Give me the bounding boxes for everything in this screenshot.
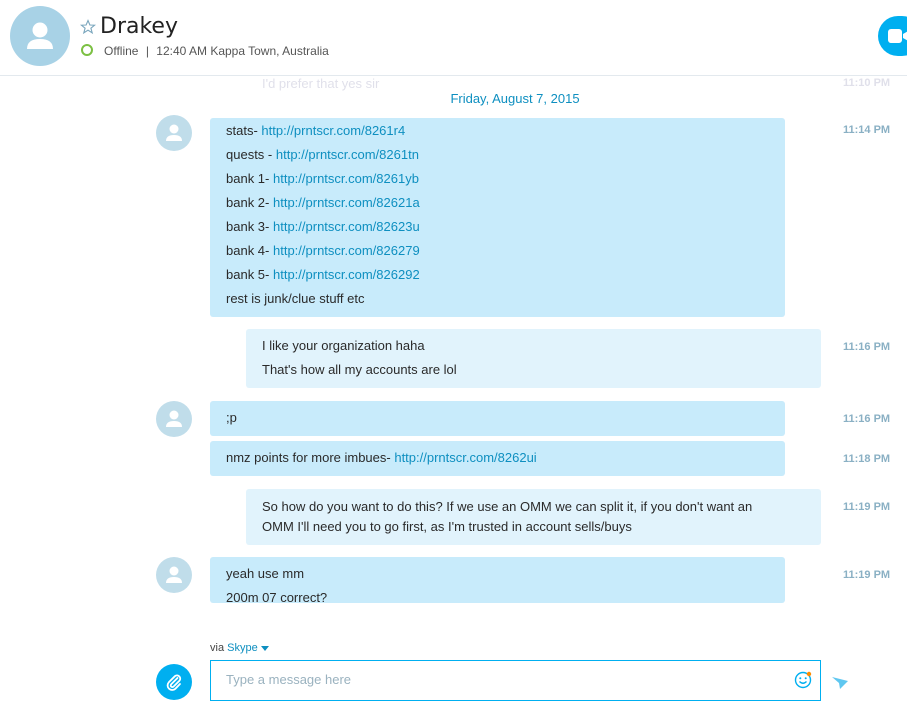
- message-line: I like your organization haha: [262, 338, 425, 353]
- message-time: 11:19 PM: [843, 501, 891, 513]
- contact-name[interactable]: Drakey: [100, 14, 178, 39]
- status-line: Offline | 12:40 AM Kappa Town, Australia: [104, 44, 329, 58]
- message-link[interactable]: http://prntscr.com/826292: [273, 267, 420, 282]
- line-text: nmz points for more imbues-: [226, 450, 395, 465]
- message-link[interactable]: http://prntscr.com/82621a: [273, 195, 420, 210]
- message-line: 200m 07 correct?: [226, 590, 328, 605]
- avatar-icon: [166, 566, 182, 583]
- message-time: 11:19 PM: [843, 569, 891, 581]
- line-text: stats-: [226, 123, 262, 138]
- local-time: 12:40 AM Kappa Town, Australia: [156, 44, 329, 58]
- message-bubble[interactable]: nmz points for more imbues- http://prnts…: [210, 441, 785, 476]
- message-link[interactable]: http://prntscr.com/82623u: [273, 219, 420, 234]
- video-call-icon: [888, 29, 907, 43]
- video-call-button[interactable]: [878, 16, 907, 56]
- message-line: bank 2- http://prntscr.com/82621a: [226, 191, 769, 215]
- line-text: bank 4-: [226, 243, 273, 258]
- message-line: bank 3- http://prntscr.com/82623u: [226, 215, 769, 239]
- attach-icon: [166, 674, 182, 691]
- message-link[interactable]: http://prntscr.com/8261r4: [261, 123, 405, 138]
- message-line: rest is junk/clue stuff etc: [226, 287, 769, 311]
- line-text: bank 2-: [226, 195, 273, 210]
- message-line: OMM I'll need you to go first, as I'm tr…: [262, 519, 632, 534]
- message-line: ;p: [226, 410, 237, 425]
- faded-previous-time: 11:10 PM: [843, 77, 891, 89]
- via-service[interactable]: Skype: [227, 642, 258, 654]
- message-bubble[interactable]: So how do you want to do this? If we use…: [246, 489, 821, 545]
- message-link[interactable]: http://prntscr.com/8261tn: [276, 147, 419, 162]
- star-icon[interactable]: [80, 19, 96, 35]
- message-line: bank 1- http://prntscr.com/8261yb: [226, 167, 769, 191]
- message-time: 11:16 PM: [843, 341, 891, 353]
- via-label: via: [210, 642, 225, 654]
- message-link[interactable]: http://prntscr.com/826279: [273, 243, 420, 258]
- status-separator: |: [145, 44, 149, 58]
- sender-avatar[interactable]: [156, 115, 192, 151]
- message-input[interactable]: [226, 669, 776, 689]
- message-bubble[interactable]: I like your organization haha That's how…: [246, 329, 821, 388]
- sender-avatar[interactable]: [156, 557, 192, 593]
- emoji-icon[interactable]: [794, 671, 812, 689]
- via-selector[interactable]: via Skype: [210, 642, 269, 654]
- line-text: bank 1-: [226, 171, 273, 186]
- message-line: That's how all my accounts are lol: [262, 362, 457, 377]
- message-time: 11:18 PM: [843, 453, 891, 465]
- message-line: nmz points for more imbues- http://prnts…: [226, 446, 769, 470]
- message-line: quests - http://prntscr.com/8261tn: [226, 143, 769, 167]
- message-line: So how do you want to do this? If we use…: [262, 499, 753, 514]
- chat-window: Drakey Offline | 12:40 AM Kappa Town, Au…: [0, 0, 907, 721]
- avatar-icon: [27, 22, 53, 49]
- chevron-down-icon[interactable]: [260, 645, 269, 651]
- status-offline-icon: [81, 44, 93, 56]
- line-text: bank 3-: [226, 219, 273, 234]
- message-line: stats- http://prntscr.com/8261r4: [226, 119, 769, 143]
- avatar-icon: [166, 124, 182, 141]
- message-input-box[interactable]: [210, 660, 821, 701]
- faded-previous-message: I'd prefer that yes sir: [262, 77, 380, 91]
- send-icon[interactable]: [831, 676, 849, 690]
- sender-avatar[interactable]: [156, 401, 192, 437]
- line-text: quests -: [226, 147, 276, 162]
- message-bubble[interactable]: stats- http://prntscr.com/8261r4 quests …: [210, 118, 785, 317]
- message-link[interactable]: http://prntscr.com/8261yb: [273, 171, 419, 186]
- message-bubble[interactable]: yeah use mm 200m 07 correct?: [210, 557, 785, 605]
- message-line: yeah use mm: [226, 566, 305, 581]
- message-line: bank 5- http://prntscr.com/826292: [226, 263, 769, 287]
- date-separator-label: Friday, August 7, 2015: [444, 91, 586, 106]
- conversation-header: Drakey Offline | 12:40 AM Kappa Town, Au…: [0, 0, 907, 76]
- message-line: bank 4- http://prntscr.com/826279: [226, 239, 769, 263]
- status-text: Offline: [104, 44, 139, 58]
- line-text: bank 5-: [226, 267, 273, 282]
- avatar-icon: [166, 410, 182, 427]
- line-text: rest is junk/clue stuff etc: [226, 291, 365, 306]
- message-list[interactable]: I'd prefer that yes sir 11:10 PM Friday,…: [0, 77, 907, 605]
- message-time: 11:16 PM: [843, 413, 891, 425]
- contact-avatar[interactable]: [10, 6, 70, 66]
- message-link[interactable]: http://prntscr.com/8262ui: [394, 450, 536, 465]
- date-separator: Friday, August 7, 2015: [0, 91, 907, 106]
- message-time: 11:14 PM: [843, 124, 891, 136]
- message-bubble[interactable]: ;p: [210, 401, 785, 436]
- attach-button[interactable]: [156, 664, 192, 700]
